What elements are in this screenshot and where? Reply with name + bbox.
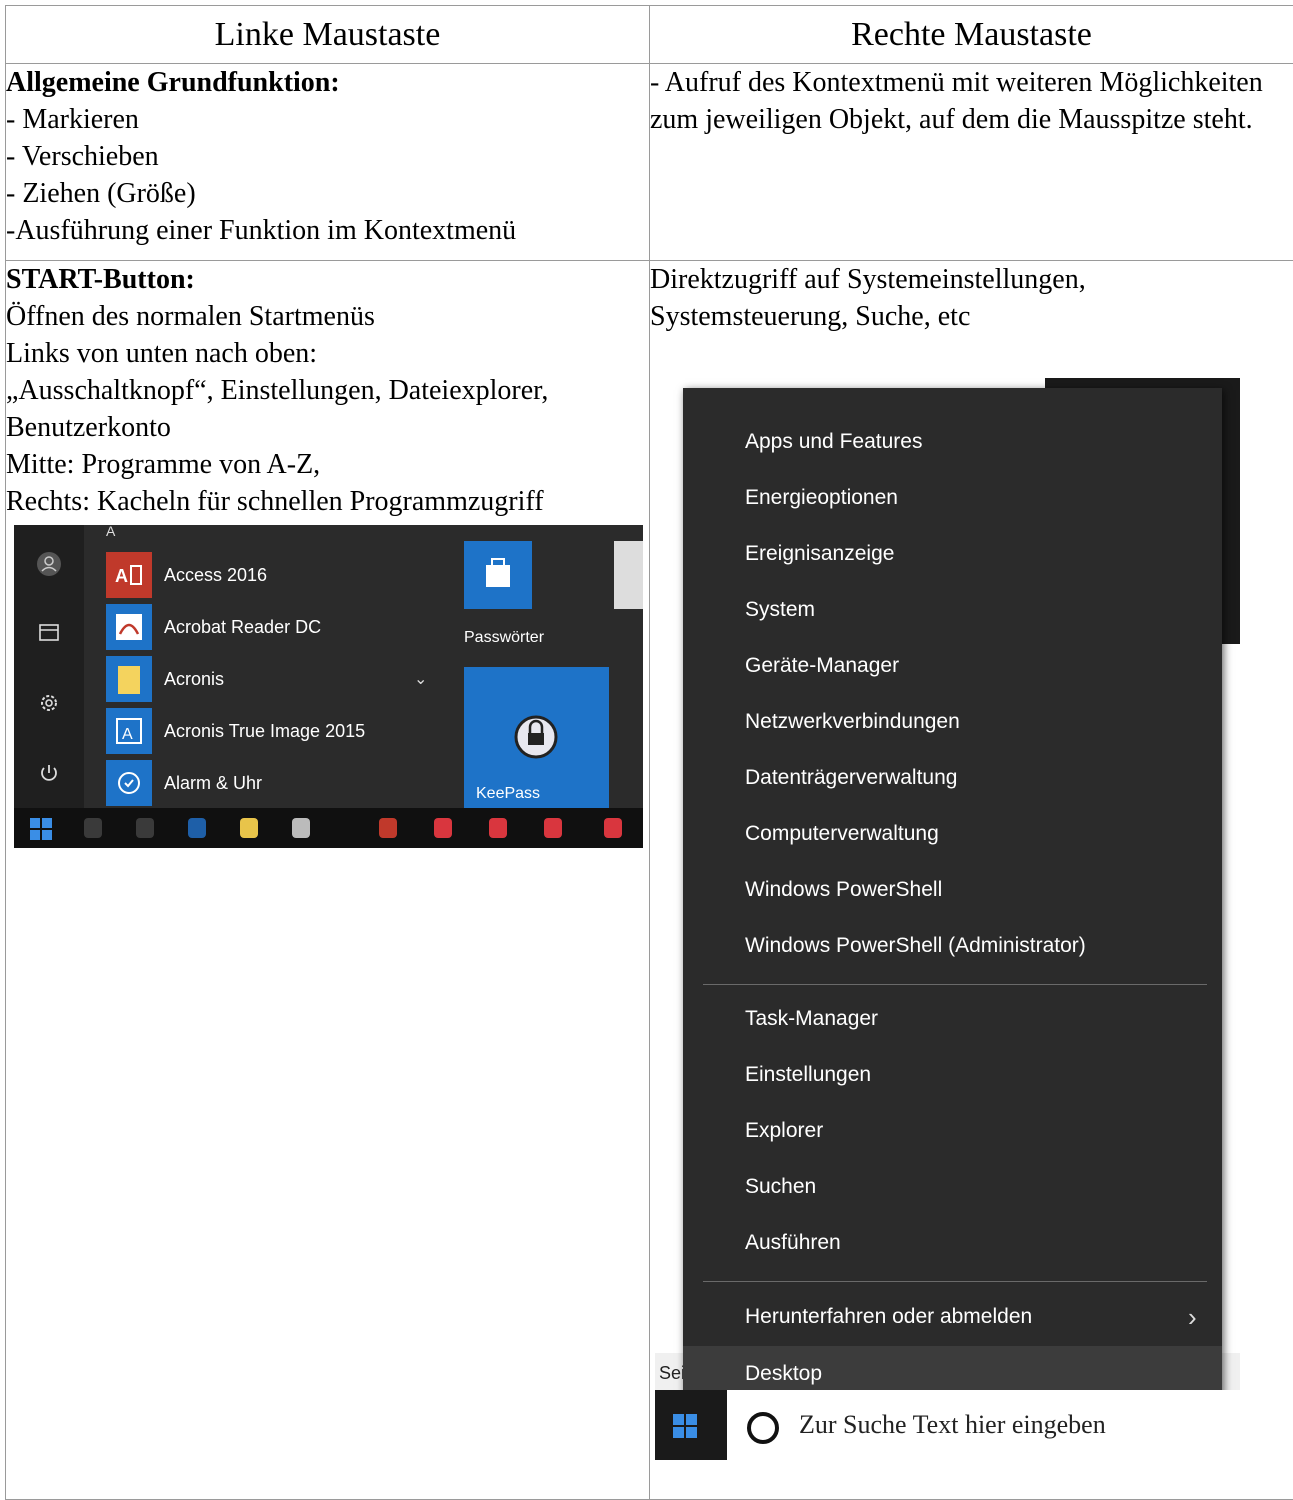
row1-right-text: - Aufruf des Kontextmenü mit weiteren Mö… xyxy=(650,67,1263,135)
tile-label: KeePass xyxy=(476,785,541,802)
row2-left-cell: START-Button: Öffnen des normalen Startm… xyxy=(5,260,650,1500)
menu-item-einstellungen[interactable]: Einstellungen xyxy=(683,1047,1222,1103)
settings-icon[interactable] xyxy=(36,691,62,717)
tile-label: Passwörter xyxy=(464,629,545,646)
search-input[interactable]: Zur Suche Text hier eingeben xyxy=(727,1390,1240,1460)
taskbar-app-icon[interactable] xyxy=(188,818,206,838)
taskbar-app-icon[interactable] xyxy=(489,818,507,838)
menu-item-explorer[interactable]: Explorer xyxy=(683,1103,1222,1159)
row2-left-line: Links von unten nach oben: xyxy=(6,338,318,369)
app-list-item[interactable]: A Access 2016 xyxy=(106,552,446,598)
app-list-item[interactable]: Alarm & Uhr xyxy=(106,760,446,806)
app-label: Acronis True Image 2015 xyxy=(164,721,366,741)
menu-item-geraete-manager[interactable]: Geräte-Manager xyxy=(683,638,1222,694)
header-right: Rechte Maustaste xyxy=(649,5,1293,64)
row2-left-line: Mitte: Programme von A-Z, xyxy=(6,449,321,480)
chevron-right-icon: › xyxy=(1188,1302,1197,1332)
user-icon[interactable] xyxy=(36,551,62,577)
cortana-icon xyxy=(747,1412,779,1444)
menu-item-suchen[interactable]: Suchen xyxy=(683,1159,1222,1215)
acronis-icon: A xyxy=(106,708,152,754)
taskbar-app-icon[interactable] xyxy=(136,818,154,838)
partial-text: Sei xyxy=(659,1363,686,1383)
windows-logo-icon xyxy=(673,1414,697,1438)
menu-item-system[interactable]: System xyxy=(683,582,1222,638)
row2-left-line: Öffnen des normalen Startmenüs xyxy=(6,301,375,332)
row1-left-line: - Markieren xyxy=(6,104,139,135)
row1-left-cell: Allgemeine Grundfunktion: - Markieren - … xyxy=(5,63,650,261)
keepass-tile[interactable]: KeePass xyxy=(464,667,609,808)
start-menu-letter: A xyxy=(106,525,116,539)
menu-item-ereignisanzeige[interactable]: Ereignisanzeige xyxy=(683,526,1222,582)
taskbar-app-icon[interactable] xyxy=(379,818,397,838)
menu-item-powershell-admin[interactable]: Windows PowerShell (Administrator) xyxy=(683,918,1222,974)
access-icon: A xyxy=(106,552,152,598)
taskbar-app-icon[interactable] xyxy=(604,818,622,838)
app-list-item[interactable]: Acrobat Reader DC xyxy=(106,604,446,650)
menu-item-datentraegerverwaltung[interactable]: Datenträgerverwaltung xyxy=(683,750,1222,806)
taskbar-app-icon[interactable] xyxy=(292,818,310,838)
menu-item-netzwerkverbindungen[interactable]: Netzwerkverbindungen xyxy=(683,694,1222,750)
cards-tile[interactable] xyxy=(614,541,643,609)
taskbar-search-bar: Zur Suche Text hier eingeben xyxy=(655,1390,1240,1460)
app-list-item[interactable]: A Acronis True Image 2015 xyxy=(106,708,446,754)
file-explorer-icon[interactable] xyxy=(36,621,62,647)
taskbar-app-icon[interactable] xyxy=(434,818,452,838)
row2-left-line: Rechts: Kacheln für schnellen Programmzu… xyxy=(6,486,544,517)
alarm-icon xyxy=(106,760,152,806)
taskbar-app-icon[interactable] xyxy=(84,818,102,838)
menu-item-energieoptionen[interactable]: Energieoptionen xyxy=(683,470,1222,526)
store-tile[interactable] xyxy=(464,541,532,609)
chevron-down-icon[interactable]: ⌄ xyxy=(414,669,427,689)
app-label: Acrobat Reader DC xyxy=(164,617,322,637)
app-label: Acronis xyxy=(164,669,225,689)
svg-text:A: A xyxy=(115,566,128,586)
search-placeholder: Zur Suche Text hier eingeben xyxy=(799,1410,1106,1439)
menu-item-apps-features[interactable]: Apps und Features xyxy=(683,414,1222,470)
taskbar-app-icon[interactable] xyxy=(240,818,258,838)
row1-left-title: Allgemeine Grundfunktion: xyxy=(6,67,340,98)
folder-icon xyxy=(106,656,152,702)
menu-item-herunterfahren[interactable]: Herunterfahren oder abmelden › xyxy=(683,1289,1222,1345)
row1-left-line: - Verschieben xyxy=(6,141,159,172)
menu-item-ausfuehren[interactable]: Ausführen xyxy=(683,1215,1222,1271)
row1-left-line: - Ziehen (Größe) xyxy=(6,178,196,209)
app-label: Alarm & Uhr xyxy=(164,773,263,793)
menu-separator xyxy=(703,984,1207,985)
app-list-item[interactable]: Acronis xyxy=(106,656,446,702)
start-menu-screenshot: A A Access 2016 Acrobat Reader DC Acroni… xyxy=(14,525,643,848)
row2-right-line: Systemsteuerung, Suche, etc xyxy=(650,301,971,332)
start-menu-rail xyxy=(14,525,84,808)
header-left: Linke Maustaste xyxy=(5,5,650,64)
store-icon xyxy=(486,558,510,587)
menu-item-task-manager[interactable]: Task-Manager xyxy=(683,991,1222,1047)
menu-item-powershell[interactable]: Windows PowerShell xyxy=(683,862,1222,918)
menu-separator xyxy=(703,1281,1207,1282)
row1-right-cell: - Aufruf des Kontextmenü mit weiteren Mö… xyxy=(649,63,1293,261)
acrobat-icon xyxy=(106,604,152,650)
row2-left-title: START-Button: xyxy=(6,264,195,295)
svg-text:A: A xyxy=(122,726,133,743)
winx-context-menu: Apps und Features Energieoptionen Ereign… xyxy=(683,388,1222,1411)
windows-start-button[interactable] xyxy=(655,1390,727,1460)
taskbar xyxy=(14,808,643,848)
context-menu-screenshot: Sei Apps und Features Energieoptionen Er… xyxy=(655,378,1240,1460)
power-icon[interactable] xyxy=(36,761,62,787)
row2-right-line: Direktzugriff auf Systemeinstellungen, xyxy=(650,264,1086,295)
app-label: Access 2016 xyxy=(164,565,268,585)
row2-left-line: „Ausschaltknopf“, Einstellungen, Dateiex… xyxy=(6,375,549,443)
row1-left-line: -Ausführung einer Funktion im Kontextmen… xyxy=(6,215,517,246)
windows-start-icon[interactable] xyxy=(30,818,52,840)
taskbar-app-icon[interactable] xyxy=(544,818,562,838)
menu-item-computerverwaltung[interactable]: Computerverwaltung xyxy=(683,806,1222,862)
